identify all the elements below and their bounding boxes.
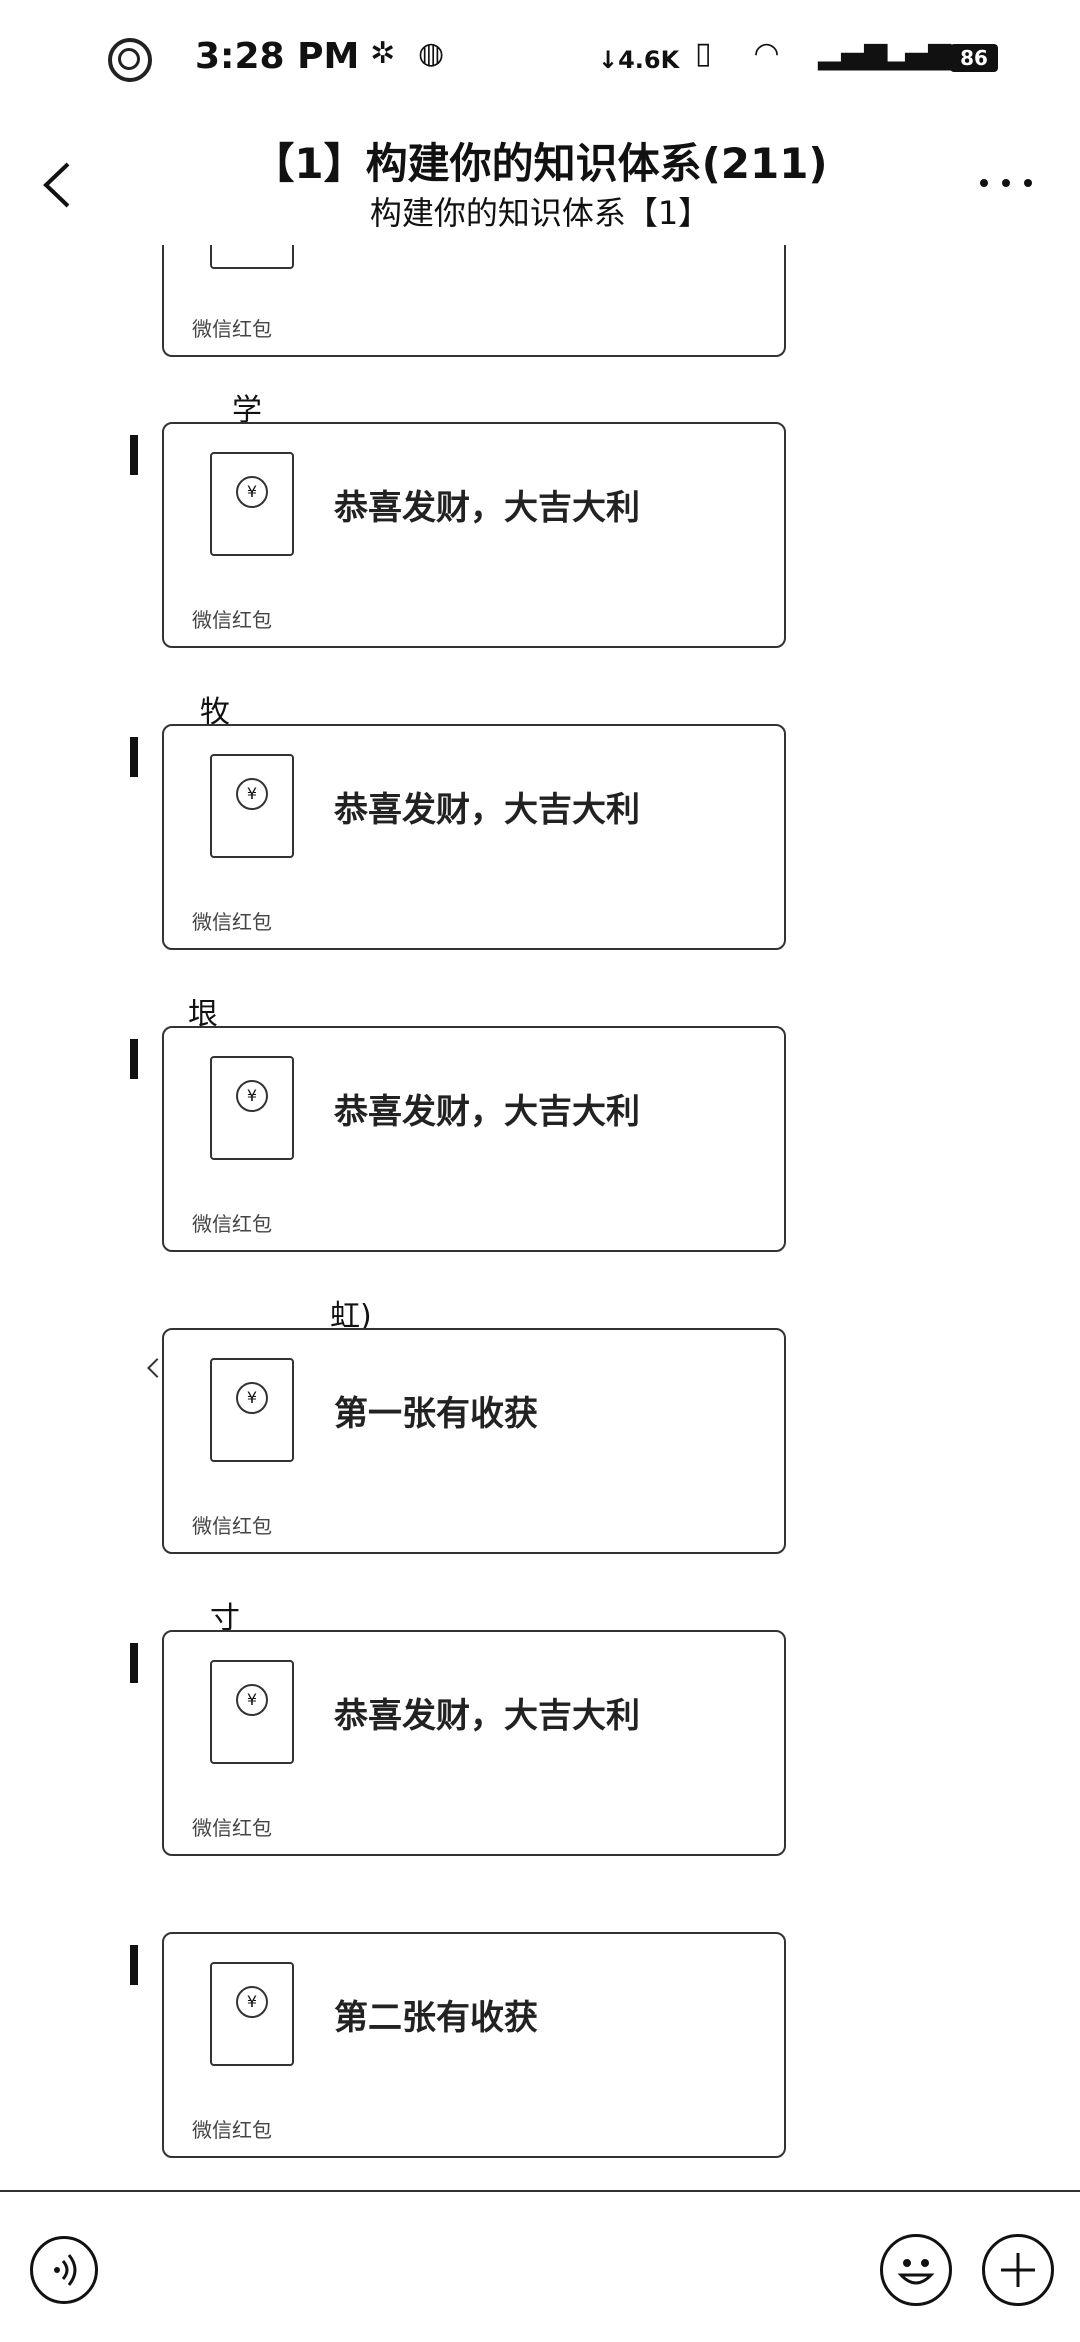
red-packet-label: 微信红包	[192, 317, 272, 341]
avatar[interactable]	[130, 435, 138, 475]
red-packet-card[interactable]: ¥ 第一张有收获 微信红包	[162, 1328, 786, 1554]
red-packet-label: 微信红包	[192, 1514, 272, 1538]
network-speed: ↓4.6K	[598, 46, 680, 74]
red-packet-label: 微信红包	[192, 608, 272, 632]
chat-header: 【1】构建你的知识体系(211) 构建你的知识体系【1】	[0, 120, 1080, 245]
vibrate-icon: ▯	[695, 36, 712, 71]
message-item: 学 ¥ 恭喜发财，大吉大利 微信红包	[0, 385, 1080, 685]
ring-icon	[108, 38, 152, 82]
flower-icon: ✲	[370, 36, 396, 71]
battery-indicator: 86	[950, 44, 998, 72]
red-packet-label: 微信红包	[192, 2118, 272, 2142]
red-packet-message: 恭喜发财，大吉大利	[334, 1092, 640, 1132]
red-packet-icon: ¥	[210, 1962, 294, 2066]
red-packet-message: 第一张有收获	[334, 1394, 538, 1434]
avatar[interactable]	[130, 737, 138, 777]
wifi-icon: ◠	[755, 36, 779, 71]
cell-signal-icon: ▂▄▆	[818, 36, 888, 71]
red-packet-label: 微信红包	[192, 1816, 272, 1840]
red-packet-card[interactable]: ¥ 恭喜发财，大吉大利 微信红包	[162, 724, 786, 950]
red-packet-card[interactable]: ¥ 恭喜发财，大吉大利 微信红包	[162, 422, 786, 648]
red-packet-label: 微信红包	[192, 910, 272, 934]
chat-subtitle: 构建你的知识体系【1】	[369, 194, 711, 232]
message-item: 牧 ¥ 恭喜发财，大吉大利 微信红包	[0, 687, 1080, 987]
red-packet-icon: ¥	[210, 452, 294, 556]
chat-title: 【1】构建你的知识体系(211)	[252, 139, 828, 188]
message-list[interactable]: 微信红包 学 ¥ 恭喜发财，大吉大利 微信红包 牧 ¥ 恭喜发财，大吉大利 微信…	[0, 245, 1080, 2185]
red-packet-icon: ¥	[210, 754, 294, 858]
status-time: 3:28 PM	[195, 36, 360, 77]
message-item: 寸 ¥ 恭喜发财，大吉大利 微信红包	[0, 1593, 1080, 1893]
status-bar: 3:28 PM ✲ ◍ ↓4.6K ▯ ◠ ▂▄▆ ▂▄▆ 86	[0, 0, 1080, 120]
red-packet-icon: ¥	[210, 1358, 294, 1462]
message-item: 垠 ¥ 恭喜发财，大吉大利 微信红包	[0, 989, 1080, 1289]
red-packet-message: 第二张有收获	[334, 1998, 538, 2038]
message-item: ¥ 第二张有收获 微信红包	[0, 1895, 1080, 2185]
red-packet-message: 恭喜发财，大吉大利	[334, 790, 640, 830]
red-packet-message: 恭喜发财，大吉大利	[334, 488, 640, 528]
red-packet-card[interactable]: ¥ 恭喜发财，大吉大利 微信红包	[162, 1026, 786, 1252]
voice-input-icon[interactable]	[30, 2236, 98, 2304]
red-packet-card[interactable]: ¥ 恭喜发财，大吉大利 微信红包	[162, 1630, 786, 1856]
cell-signal-2-icon: ▂▄▆	[882, 36, 952, 71]
emoji-icon[interactable]	[880, 2234, 952, 2306]
red-packet-message: 恭喜发财，大吉大利	[334, 1696, 640, 1736]
red-packet-icon: ¥	[210, 1660, 294, 1764]
input-bar	[0, 2190, 1080, 2342]
avatar[interactable]	[130, 1945, 138, 1985]
red-packet-icon: ¥	[210, 1056, 294, 1160]
signal-logo-icon: ◍	[418, 36, 445, 71]
red-packet-label: 微信红包	[192, 1212, 272, 1236]
message-item: 虹) ¥ 第一张有收获 微信红包	[0, 1291, 1080, 1591]
red-packet-card[interactable]: 微信红包	[162, 245, 786, 357]
red-packet-card[interactable]: ¥ 第二张有收获 微信红包	[162, 1932, 786, 2158]
avatar[interactable]	[130, 1643, 138, 1683]
avatar[interactable]	[130, 1039, 138, 1079]
red-packet-icon	[210, 245, 294, 269]
add-attachment-icon[interactable]	[982, 2234, 1054, 2306]
more-options-icon[interactable]	[976, 168, 1036, 198]
